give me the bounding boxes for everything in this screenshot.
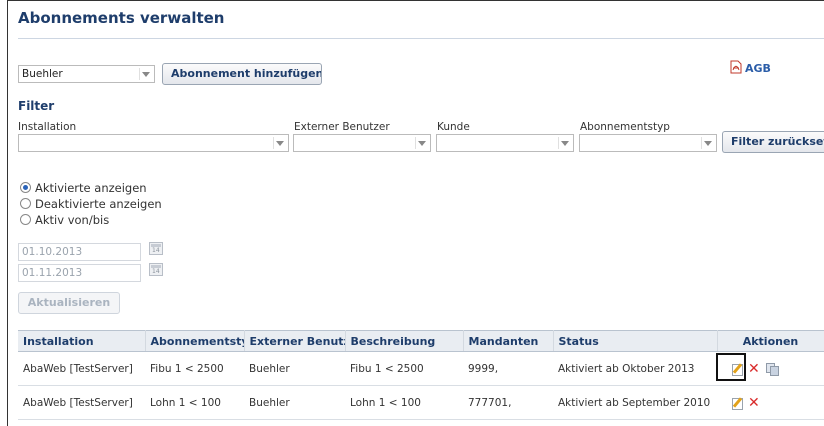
cell-mandanten: 9999,: [463, 351, 553, 386]
top-border: [7, 0, 824, 1]
radio-show-deactivated[interactable]: Deaktivierte anzeigen: [20, 197, 162, 211]
table-row[interactable]: AbaWeb [TestServer] Lohn 1 < 100 Buehler…: [18, 385, 824, 420]
radio-checked-icon: [20, 182, 31, 193]
page-title: Abonnements verwalten: [18, 9, 225, 27]
column-header[interactable]: Beschreibung: [345, 330, 464, 352]
installation-select[interactable]: [18, 134, 289, 152]
cell-status: Aktiviert ab Oktober 2013: [553, 351, 717, 386]
column-header[interactable]: Installation: [18, 330, 146, 352]
cell-user: Buehler: [244, 351, 345, 386]
table-header-row: Installation Abonnementstyp Externer Ben…: [18, 330, 824, 352]
subscription-type-select[interactable]: [579, 134, 717, 152]
external-user-label: Externer Benutzer: [294, 121, 390, 133]
radio-unchecked-icon: [20, 214, 31, 225]
column-header[interactable]: Mandanten: [463, 330, 554, 352]
column-header[interactable]: Externer Benutzer: [244, 330, 346, 352]
filter-heading: Filter: [18, 99, 55, 113]
cell-status: Aktiviert ab September 2010: [553, 385, 717, 420]
cell-installation: AbaWeb [TestServer]: [18, 385, 145, 420]
radio-unchecked-icon: [20, 198, 31, 209]
radio-show-active[interactable]: Aktivierte anzeigen: [20, 181, 147, 195]
chevron-down-icon: [418, 141, 426, 146]
external-user-select[interactable]: [293, 134, 431, 152]
agb-link[interactable]: AGB: [745, 62, 771, 75]
reset-filter-button[interactable]: Filter zurücksetzen: [722, 131, 824, 153]
chevron-down-icon: [704, 141, 712, 146]
edit-highlight-box: [716, 353, 746, 381]
installation-label: Installation: [18, 121, 77, 133]
delete-icon[interactable]: ✕: [748, 396, 760, 410]
cell-description: Fibu 1 < 2500: [345, 351, 463, 386]
column-header[interactable]: Abonnementstyp: [145, 330, 245, 352]
date-to-input[interactable]: 01.11.2013: [18, 264, 141, 282]
column-header: Aktionen: [717, 330, 824, 352]
refresh-button[interactable]: Aktualisieren: [18, 292, 120, 314]
cell-installation: AbaWeb [TestServer]: [18, 351, 145, 386]
chevron-down-icon: [561, 141, 569, 146]
subscription-type-label: Abonnementstyp: [580, 121, 670, 133]
cell-mandanten: 777701,: [463, 385, 553, 420]
calendar-icon[interactable]: 14: [149, 263, 163, 276]
user-select-value: Buehler: [22, 68, 63, 80]
customer-select[interactable]: [436, 134, 574, 152]
cell-actions: ✕: [717, 385, 824, 420]
copy-icon[interactable]: [765, 362, 779, 376]
cell-type: Fibu 1 < 2500: [145, 351, 244, 386]
chevron-down-icon: [276, 141, 284, 146]
table-row[interactable]: AbaWeb [TestServer] Fibu 1 < 2500 Buehle…: [18, 351, 824, 386]
radio-active-from-to[interactable]: Aktiv von/bis: [20, 213, 109, 227]
cell-description: Lohn 1 < 100: [345, 385, 463, 420]
cell-type: Lohn 1 < 100: [145, 385, 244, 420]
left-border: [7, 0, 8, 426]
pdf-icon: [730, 60, 742, 74]
column-header[interactable]: Status: [553, 330, 718, 352]
page-frame: Abonnements verwalten Buehler Abonnement…: [0, 0, 824, 426]
edit-icon[interactable]: [732, 397, 744, 410]
subscriptions-table: Installation Abonnementstyp Externer Ben…: [18, 330, 824, 420]
chevron-down-icon: [142, 72, 150, 77]
user-select[interactable]: Buehler: [18, 65, 155, 83]
cell-user: Buehler: [244, 385, 345, 420]
title-divider: [18, 38, 824, 39]
customer-label: Kunde: [437, 121, 470, 133]
calendar-icon[interactable]: 14: [149, 242, 163, 255]
date-from-input[interactable]: 01.10.2013: [18, 243, 141, 261]
delete-icon[interactable]: ✕: [748, 362, 760, 376]
add-subscription-button[interactable]: Abonnement hinzufügen: [162, 63, 322, 85]
